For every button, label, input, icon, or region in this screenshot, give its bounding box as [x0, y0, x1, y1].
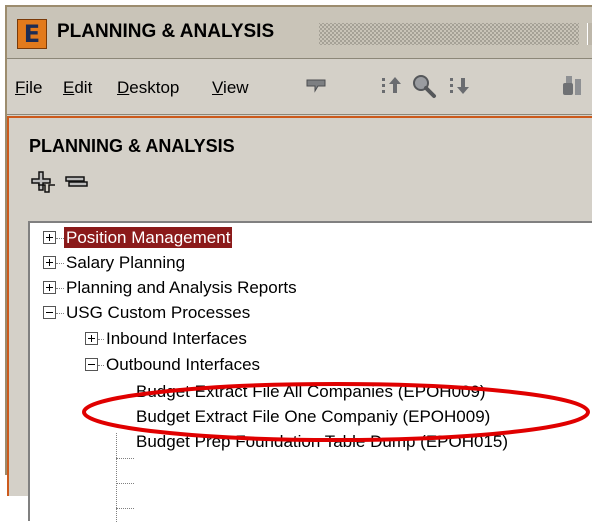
tree-item-label[interactable]: Budget Extract File One Companiy (EPOH00… — [134, 406, 492, 427]
menu-desktop[interactable]: Desktop — [117, 78, 179, 98]
tree-item-label[interactable]: USG Custom Processes — [64, 302, 252, 323]
expand-all-icon[interactable] — [29, 168, 57, 196]
tree-item-label[interactable]: Planning and Analysis Reports — [64, 277, 299, 298]
tree-connector — [116, 458, 134, 459]
expand-toggle[interactable] — [43, 281, 56, 294]
tree-connector — [56, 313, 64, 314]
tree-item-label[interactable]: Inbound Interfaces — [104, 328, 249, 349]
tree-item-label[interactable]: Salary Planning — [64, 252, 187, 273]
menu-edit[interactable]: Edit — [63, 78, 92, 98]
binoculars-icon[interactable] — [557, 73, 583, 99]
menu-file-mnemonic: F — [15, 78, 26, 97]
tree-connector — [56, 238, 64, 239]
tree-connector — [56, 288, 64, 289]
move-up-icon[interactable] — [379, 73, 405, 99]
window-control-button[interactable] — [587, 23, 592, 45]
move-down-icon[interactable] — [447, 73, 473, 99]
navigation-tree: Position Management Salary Planning Plan… — [28, 221, 592, 522]
tree-item-label[interactable]: Budget Prep Foundation Table Dump (EPOH0… — [134, 431, 510, 452]
window-title: PLANNING & ANALYSIS — [57, 21, 275, 42]
comment-icon[interactable] — [304, 73, 330, 99]
menu-file-label: ile — [25, 78, 43, 97]
menu-edit-label: dit — [74, 78, 93, 97]
title-bar-pattern — [319, 23, 579, 45]
expand-toggle[interactable] — [43, 256, 56, 269]
panel-title: PLANNING & ANALYSIS — [29, 136, 235, 156]
tree-connector — [116, 508, 134, 509]
menu-view-mnemonic: V — [212, 78, 224, 97]
collapse-toggle[interactable] — [43, 306, 56, 319]
application-window: E PLANNING & ANALYSIS File Edit Desktop … — [5, 5, 592, 522]
menu-view-label: iew — [223, 78, 249, 97]
menu-bar: File Edit Desktop View — [7, 59, 592, 115]
tree-connector — [116, 483, 134, 484]
search-icon[interactable] — [411, 73, 437, 99]
collapse-toggle[interactable] — [85, 358, 98, 371]
menu-desktop-mnemonic: D — [117, 78, 130, 97]
expand-toggle[interactable] — [85, 332, 98, 345]
collapse-all-icon[interactable] — [63, 168, 91, 196]
menu-edit-mnemonic: E — [63, 78, 75, 97]
tree-item-label[interactable]: Budget Extract File All Companies (EPOH0… — [134, 381, 488, 402]
title-bar[interactable]: E PLANNING & ANALYSIS — [7, 7, 592, 59]
app-logo-icon: E — [17, 19, 47, 49]
menu-file[interactable]: File — [15, 78, 42, 98]
tree-item-label[interactable]: Outbound Interfaces — [104, 354, 262, 375]
expand-toggle[interactable] — [43, 231, 56, 244]
tree-item-label[interactable]: Position Management — [64, 227, 233, 248]
menu-desktop-label: esktop — [129, 78, 180, 97]
content-panel: PLANNING & ANALYSIS Position Management — [7, 116, 592, 522]
tree-connector — [56, 263, 64, 264]
menu-view[interactable]: View — [212, 78, 249, 98]
